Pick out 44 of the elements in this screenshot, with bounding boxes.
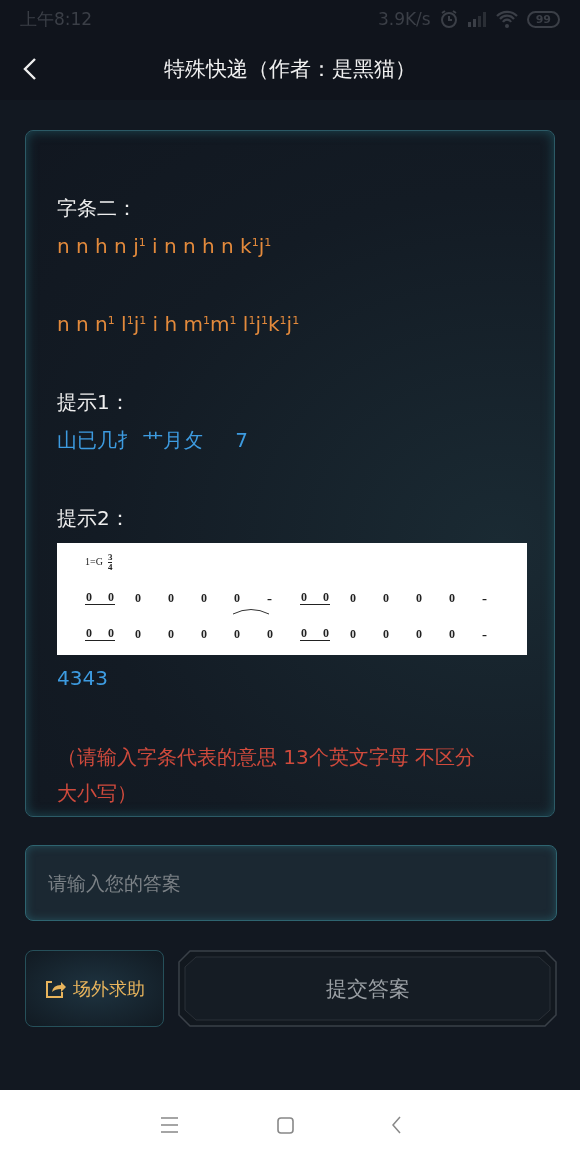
back-icon[interactable] — [22, 57, 38, 81]
wifi-icon — [494, 9, 519, 29]
note: 0 — [234, 627, 240, 641]
signal-icon — [466, 10, 487, 28]
hint-text: 山已几扌 艹月攵 7 — [57, 427, 249, 454]
time-signature: 3 4 — [107, 552, 113, 572]
note: 0 — [201, 626, 207, 643]
submit-button[interactable]: 提交答案 — [178, 950, 557, 1027]
note: 0 — [135, 590, 141, 607]
rest-dash: - — [482, 625, 487, 644]
note: 0 — [234, 590, 240, 607]
note: 0 — [135, 626, 141, 643]
help-button[interactable]: 场外求助 — [25, 950, 164, 1027]
rest-dash: - — [482, 589, 487, 608]
beamed-notes: 0 0 — [85, 591, 115, 605]
note: 0 — [168, 626, 174, 643]
note: 0 — [383, 626, 389, 643]
hint-text: 4343 — [57, 665, 109, 692]
note: 0 — [416, 590, 422, 607]
note: 0 — [449, 626, 455, 643]
beamed-notes: 0 0 — [300, 591, 330, 605]
beamed-notes: 0 0 — [85, 627, 115, 641]
note: 0 — [383, 590, 389, 607]
answer-field[interactable]: 请输入您的答案 — [25, 845, 557, 921]
alarm-icon — [438, 9, 459, 29]
note: 0 — [416, 626, 422, 643]
note: 0 — [168, 590, 174, 607]
clue-code: n n h n j$^{1}$ i n n h n k$^{1}$j$^{1}$ — [57, 233, 273, 260]
menu-icon[interactable] — [160, 1116, 179, 1134]
note: 0 — [449, 590, 455, 607]
note: 0 — [267, 626, 273, 643]
rest-dash: - — [267, 589, 272, 608]
clue-code: n n n$^{1}$ l$^{1}$j$^{1}$ i h m$^{1}$m$^{1}$ l$^{1}$j$^{1}$k$^{1}$j$^{1}$ — [57, 311, 301, 338]
page-title: 特殊快递（作者：是黑猫） — [164, 56, 416, 83]
section-label: 字条二： — [57, 195, 138, 222]
instruction-text: （请输入字条代表的意思 13个英文字母 不区分大小写） — [57, 744, 477, 807]
note: 0 — [350, 626, 356, 643]
note: 0 — [350, 590, 356, 607]
section-label: 提示2： — [57, 505, 131, 532]
home-icon[interactable] — [277, 1116, 294, 1134]
beamed-notes: 0 0 — [300, 627, 330, 641]
note: 0 — [201, 590, 207, 607]
section-label: 提示1： — [57, 389, 131, 416]
key-signature: 1=G — [85, 555, 103, 569]
